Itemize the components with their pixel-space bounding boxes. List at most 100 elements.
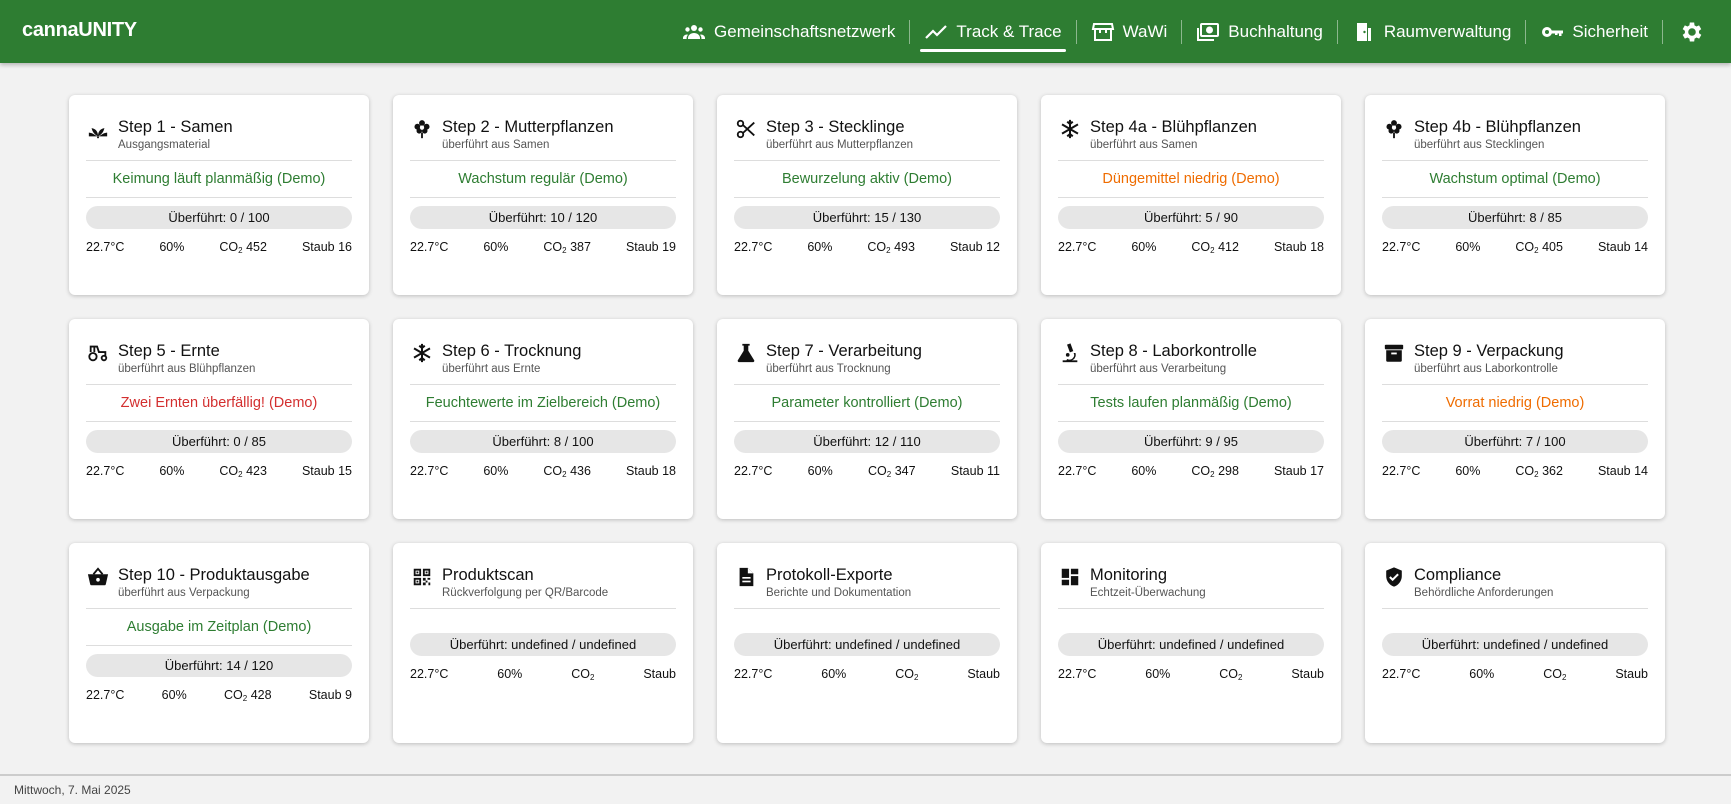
card-title: Step 10 - Produktausgabe	[118, 566, 310, 584]
nav-item-wawi[interactable]: WaWi	[1079, 0, 1180, 63]
co2-label: CO	[1515, 240, 1535, 254]
card-title: Step 7 - Verarbeitung	[766, 342, 922, 360]
module-card[interactable]: Step 5 - Ernte überführt aus Blühpflanzen…	[69, 319, 369, 519]
card-title: Step 8 - Laborkontrolle	[1090, 342, 1257, 360]
module-card[interactable]: Step 8 - Laborkontrolle überführt aus Ver…	[1041, 319, 1341, 519]
co2-label: CO	[219, 240, 239, 254]
humidity-value: 60%	[159, 240, 185, 254]
module-card[interactable]: Compliance Behördliche Anforderungen Überf…	[1365, 543, 1665, 743]
shield-check-icon	[1382, 565, 1406, 589]
card-status: Ausgabe im Zeitplan (Demo)	[86, 609, 352, 646]
nav-item-gemeinschaftsnetzwerk[interactable]: Gemeinschaftsnetzwerk	[670, 0, 907, 63]
card-titles: Step 3 - Stecklinge überführt aus Mutterp…	[766, 116, 913, 151]
humidity-value: 60%	[483, 240, 509, 254]
card-subtitle: Rückverfolgung per QR/Barcode	[442, 587, 609, 599]
nav-item-label: Gemeinschaftsnetzwerk	[714, 21, 896, 41]
card-subtitle: überführt aus Blühpflanzen	[118, 363, 256, 375]
module-card[interactable]: Step 9 - Verpackung überführt aus Laborko…	[1365, 319, 1665, 519]
module-card[interactable]: Step 4b - Blühpflanzen überführt aus Stec…	[1365, 95, 1665, 295]
transfer-progress: Überführt: 8 / 100	[410, 430, 676, 453]
card-status: Parameter kontrolliert (Demo)	[734, 385, 1000, 422]
co2-label: CO	[224, 688, 243, 702]
nav-item-label: WaWi	[1122, 21, 1168, 41]
module-card[interactable]: Produktscan Rückverfolgung per QR/Barcode…	[393, 543, 693, 743]
module-card[interactable]: Step 4a - Blühpflanzen überführt aus Same…	[1041, 95, 1341, 295]
sensor-row: 22.7°C 60% CO2 412 Staub 18	[1058, 240, 1324, 255]
co2-label: CO	[1515, 464, 1535, 478]
card-title: Step 6 - Trocknung	[442, 342, 582, 360]
nav-separator	[1336, 19, 1338, 44]
sensor-row: 22.7°C 60% CO2 405 Staub 14	[1382, 240, 1648, 255]
card-subtitle: überführt aus Verpackung	[118, 587, 250, 599]
brand-logo[interactable]: cannaUNITY	[22, 19, 137, 42]
sensor-row: 22.7°C 60% CO2 Staub	[410, 667, 676, 682]
dashboard-icon	[1058, 565, 1082, 589]
card-titles: Step 4a - Blühpflanzen überführt aus Same…	[1090, 116, 1257, 151]
module-card[interactable]: Step 10 - Produktausgabe überführt aus Ve…	[69, 543, 369, 743]
co2-value: CO2 423	[219, 464, 267, 479]
transfer-progress: Überführt: undefined / undefined	[1382, 633, 1648, 656]
module-card[interactable]: Monitoring Echtzeit-Überwachung Überführt:…	[1041, 543, 1341, 743]
card-subtitle: überführt aus Verarbeitung	[1090, 363, 1227, 375]
card-titles: Step 8 - Laborkontrolle überführt aus Ver…	[1090, 340, 1257, 375]
temperature-value: 22.7°C	[86, 240, 125, 254]
humidity-value: 60%	[1469, 667, 1495, 681]
sensor-row: 22.7°C 60% CO2 Staub	[1058, 667, 1324, 682]
nav-item-buchhaltung[interactable]: Buchhaltung	[1184, 0, 1335, 63]
co2-number: 387	[570, 240, 591, 254]
transfer-progress: Überführt: undefined / undefined	[1058, 633, 1324, 656]
card-subtitle: überführt aus Laborkontrolle	[1414, 363, 1558, 375]
card-status: Vorrat niedrig (Demo)	[1382, 385, 1648, 422]
sensor-row: 22.7°C 60% CO2 428 Staub 9	[86, 688, 352, 703]
sensor-row: 22.7°C 60% CO2 493 Staub 12	[734, 240, 1000, 255]
humidity-value: 60%	[807, 464, 833, 478]
dust-value: Staub 9	[308, 688, 352, 702]
transfer-progress: Überführt: 0 / 85	[86, 430, 352, 453]
nav-item-track-trace[interactable]: Track & Trace	[912, 0, 1073, 63]
module-card[interactable]: Step 3 - Stecklinge überführt aus Mutterp…	[717, 95, 1017, 295]
dust-value: Staub	[643, 667, 676, 681]
humidity-value: 60%	[161, 688, 187, 702]
card-status: Bewurzelung aktiv (Demo)	[734, 161, 1000, 198]
module-card[interactable]: Step 2 - Mutterpflanzen überführt aus Sam…	[393, 95, 693, 295]
co2-value: CO2 362	[1515, 464, 1563, 479]
card-subtitle: Behördliche Anforderungen	[1414, 587, 1554, 599]
card-subtitle: Berichte und Dokumentation	[766, 587, 912, 599]
key-icon	[1540, 20, 1564, 44]
card-title: Monitoring	[1090, 566, 1168, 584]
card-header: Step 3 - Stecklinge überführt aus Mutterp…	[734, 95, 1000, 161]
humidity-value: 60%	[807, 240, 833, 254]
temperature-value: 22.7°C	[1382, 240, 1421, 254]
module-card[interactable]: Step 1 - Samen Ausgangsmaterial Keimung lä…	[69, 95, 369, 295]
nav-item-raumverwaltung[interactable]: Raumverwaltung	[1340, 0, 1524, 63]
co2-number: 493	[894, 240, 915, 254]
main-nav: Gemeinschaftsnetzwerk Track & Trace WaWi Bu…	[670, 0, 1731, 63]
nav-item-label: Track & Trace	[956, 21, 1062, 41]
module-card[interactable]: Step 7 - Verarbeitung überführt aus Trock…	[717, 319, 1017, 519]
co2-value: CO2 387	[543, 240, 591, 255]
transfer-progress: Überführt: 9 / 95	[1058, 430, 1324, 453]
temperature-value: 22.7°C	[410, 240, 449, 254]
transfer-progress: Überführt: 10 / 120	[410, 206, 676, 229]
co2-number: 428	[250, 688, 272, 702]
co2-value: CO2 412	[1191, 240, 1239, 255]
card-subtitle: überführt aus Stecklingen	[1414, 139, 1545, 151]
footer: Mittwoch, 7. Mai 2025	[0, 774, 1731, 804]
co2-value: CO2 436	[543, 464, 591, 479]
card-title: Step 1 - Samen	[118, 118, 233, 136]
card-title: Step 3 - Stecklinge	[766, 118, 905, 136]
settings-button[interactable]	[1671, 11, 1713, 53]
co2-label: CO	[1191, 240, 1211, 254]
card-title: Step 9 - Verpackung	[1414, 342, 1564, 360]
nav-item-label: Raumverwaltung	[1383, 21, 1512, 41]
module-card[interactable]: Step 6 - Trocknung überführt aus Ernte Feu…	[393, 319, 693, 519]
module-card[interactable]: Protokoll-Exporte Berichte und Dokumentat…	[717, 543, 1017, 743]
nav-item-sicherheit[interactable]: Sicherheit	[1528, 0, 1660, 63]
co2-label: CO	[1543, 667, 1562, 681]
sensor-row: 22.7°C 60% CO2 Staub	[1382, 667, 1648, 682]
humidity-value: 60%	[1455, 464, 1481, 478]
temperature-value: 22.7°C	[1058, 464, 1097, 478]
card-status: Keimung läuft planmäßig (Demo)	[86, 161, 352, 198]
card-subtitle: überführt aus Trocknung	[766, 363, 891, 375]
humidity-value: 60%	[497, 667, 523, 681]
